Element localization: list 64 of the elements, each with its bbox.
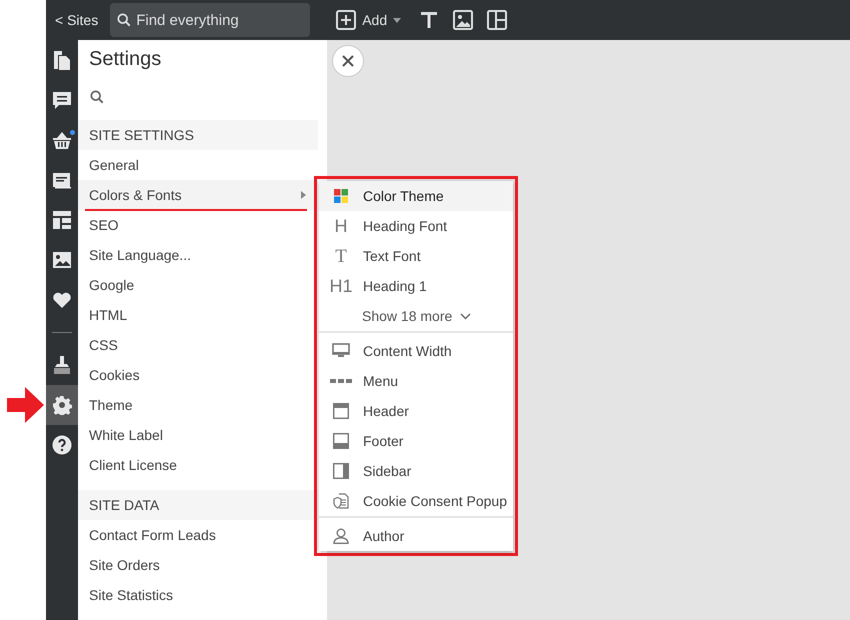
brush-icon — [52, 355, 72, 375]
settings-item[interactable]: Site Language... — [78, 240, 318, 270]
settings-item[interactable]: SEO — [78, 210, 318, 240]
menu-dashes-icon — [330, 379, 352, 383]
caret-icon — [393, 18, 402, 22]
show-more-button[interactable]: Show 18 more — [362, 301, 472, 331]
sites-link[interactable]: < Sites — [55, 12, 98, 28]
text-tool-icon[interactable] — [419, 10, 440, 30]
font-glyph-icon: H — [334, 217, 348, 235]
settings-item[interactable]: Theme — [78, 390, 318, 420]
settings-item[interactable]: Site Orders — [78, 550, 318, 580]
monitor-icon — [332, 343, 350, 359]
submenu-item[interactable]: Header — [319, 396, 513, 426]
gear-icon — [52, 395, 72, 415]
submenu-item[interactable]: Content Width — [319, 336, 513, 366]
person-icon — [333, 528, 349, 544]
submenu-item[interactable]: Author — [319, 521, 513, 551]
settings-item[interactable]: General — [78, 150, 318, 180]
settings-item[interactable]: HTML — [78, 300, 318, 330]
settings-item[interactable]: Google — [78, 270, 318, 300]
heart-icon — [52, 290, 72, 310]
settings-item[interactable]: Colors & Fonts — [78, 180, 318, 210]
font-glyph-icon: T — [335, 246, 347, 266]
chevron-down-icon — [460, 312, 472, 320]
close-icon — [342, 55, 354, 67]
submenu-item[interactable]: T Text Font — [319, 241, 513, 271]
settings-item[interactable]: Cookies — [78, 360, 318, 390]
submenu-item[interactable]: Footer — [319, 426, 513, 456]
submenu-item[interactable]: H1 Heading 1 — [319, 271, 513, 301]
footer-layout-icon — [333, 433, 349, 449]
search-icon — [117, 13, 132, 27]
sidebar-layout-icon — [333, 463, 349, 479]
submenu-item[interactable]: Sidebar — [319, 456, 513, 486]
comment-icon — [52, 90, 72, 110]
plus-square-icon — [336, 10, 356, 30]
font-glyph-icon: H1 — [329, 277, 352, 295]
search-field[interactable]: Find everything — [110, 3, 310, 37]
card-icon — [52, 170, 72, 190]
submenu-item[interactable]: H Heading Font — [319, 211, 513, 241]
image-tool-icon[interactable] — [453, 10, 474, 30]
settings-item[interactable]: White Label — [78, 420, 318, 450]
palette-icon — [334, 189, 348, 203]
layout-tool-icon[interactable] — [487, 10, 508, 30]
header-layout-icon — [333, 403, 349, 419]
settings-item[interactable]: Contact Form Leads — [78, 520, 318, 550]
help-icon — [52, 435, 72, 455]
submenu-item[interactable]: Cookie Consent Popup — [319, 486, 513, 516]
shield-document-icon — [333, 493, 349, 509]
settings-item[interactable]: CSS — [78, 330, 318, 360]
section-header: SITE DATA — [78, 490, 318, 520]
section-header: SITE SETTINGS — [78, 120, 318, 150]
layout-icon — [52, 210, 72, 230]
panel-title: Settings — [88, 47, 162, 72]
image-icon — [52, 250, 72, 270]
settings-item[interactable]: Client License — [78, 450, 318, 480]
add-button[interactable]: Add — [336, 10, 402, 30]
close-button[interactable] — [332, 45, 364, 77]
search-icon[interactable] — [90, 90, 104, 104]
search-input[interactable]: Find everything — [136, 12, 296, 28]
submenu-item[interactable]: Color Theme — [319, 181, 513, 211]
pages-icon — [52, 50, 72, 70]
basket-icon — [52, 130, 72, 150]
submenu-item[interactable]: Menu — [319, 366, 513, 396]
settings-item[interactable]: Site Statistics — [78, 580, 318, 610]
